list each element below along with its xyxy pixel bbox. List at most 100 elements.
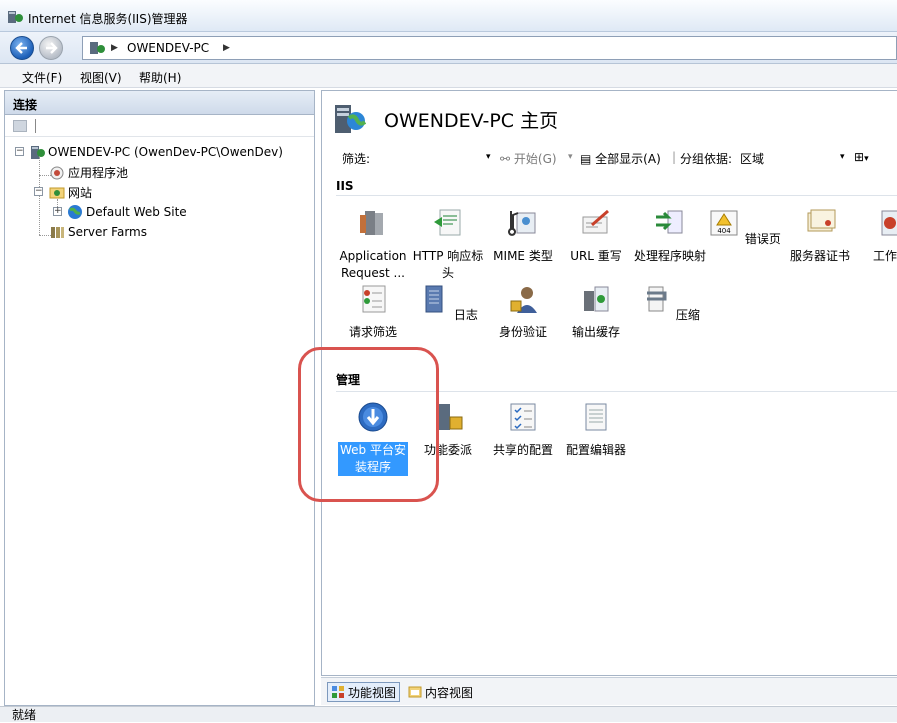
page-title: OWENDEV-PC 主页	[384, 109, 559, 132]
status-bar: 就绪	[0, 706, 897, 722]
feature-label: 错误页	[744, 232, 781, 246]
feature-logging[interactable]: 日志	[411, 283, 485, 324]
view-tabs: 功能视图 内容视图	[321, 677, 897, 705]
output-caching-icon	[584, 286, 609, 312]
feature-label: 共享的配置	[492, 443, 553, 457]
forward-arrow-icon	[46, 42, 58, 54]
worker-processes-icon	[881, 210, 897, 236]
connections-header: 连接	[5, 91, 314, 115]
view-grid-icon: ⊞	[854, 150, 865, 164]
feature-authentication[interactable]: 身份验证	[486, 283, 560, 341]
connections-pane: 连接 − OWENDEV-PC (OwenDev-PC\OwenDev) 应用程…	[4, 90, 315, 706]
breadcrumb-separator-icon[interactable]: ▶	[111, 43, 118, 53]
title-bar: Internet 信息服务(IIS)管理器	[0, 0, 897, 32]
tree-item-server-farms[interactable]: Server Farms	[49, 223, 147, 241]
logging-icon	[425, 285, 443, 313]
tab-content-view[interactable]: 内容视图	[405, 682, 476, 702]
menu-bar: 文件(F) 视图(V) 帮助(H)	[0, 64, 897, 88]
address-bar: ▶ OWENDEV-PC ▶	[0, 32, 897, 64]
tree-item-label: OWENDEV-PC (OwenDev-PC\OwenDev)	[48, 145, 283, 159]
server-icon	[90, 42, 105, 54]
go-dropdown-icon[interactable]: ▾	[568, 152, 573, 162]
filter-dropdown-icon[interactable]: ▾	[486, 152, 491, 162]
feature-http-response-headers[interactable]: HTTP 响应标头	[411, 207, 485, 282]
toolbar-divider: |	[672, 150, 677, 164]
connect-icon[interactable]	[13, 120, 27, 132]
globe-icon	[68, 205, 82, 219]
binoculars-icon: ⚯	[500, 152, 511, 166]
tree-item-server[interactable]: OWENDEV-PC (OwenDev-PC\OwenDev)	[29, 143, 283, 161]
page-header: OWENDEV-PC 主页	[332, 101, 558, 137]
window-title: Internet 信息服务(IIS)管理器	[28, 12, 188, 26]
feature-application-request-routing[interactable]: Application Request ...	[336, 207, 410, 282]
filter-input[interactable]	[376, 147, 484, 167]
tree-item-label: Server Farms	[68, 225, 147, 239]
http-response-headers-icon	[434, 209, 461, 236]
collapse-icon[interactable]: −	[34, 187, 43, 196]
feature-compression[interactable]: 压缩	[633, 283, 707, 324]
feature-label: 身份验证	[498, 325, 547, 339]
toolbar-divider	[35, 119, 36, 133]
feature-handler-mappings[interactable]: 处理程序映射	[633, 207, 707, 265]
feature-label: 压缩	[675, 308, 700, 322]
feature-mime-types[interactable]: MIME 类型	[486, 207, 560, 265]
feature-label: MIME 类型	[493, 249, 553, 263]
iis-manager-icon	[8, 11, 23, 23]
feature-shared-configuration[interactable]: 共享的配置	[486, 401, 560, 459]
expand-icon[interactable]: +	[53, 207, 62, 216]
group-by-label: 分组依据:	[680, 152, 733, 166]
group-header-iis[interactable]: IIS	[336, 179, 354, 193]
menu-view[interactable]: 视图(V)	[80, 69, 122, 86]
tree-connector	[39, 157, 40, 235]
feature-url-rewrite[interactable]: URL 重写	[559, 207, 633, 265]
feature-label: 日志	[453, 308, 478, 322]
feature-label: 请求筛选	[348, 325, 397, 339]
address-box[interactable]: ▶ OWENDEV-PC ▶	[82, 36, 897, 60]
forward-button[interactable]	[39, 36, 63, 60]
breadcrumb-item[interactable]: OWENDEV-PC	[127, 41, 209, 55]
group-by-select[interactable]: 区域	[740, 150, 764, 167]
show-all-icon: ▤	[580, 152, 592, 166]
tab-features-view[interactable]: 功能视图	[327, 682, 401, 702]
back-button[interactable]	[10, 36, 34, 60]
tree-item-label: 应用程序池	[68, 165, 129, 180]
app-pool-icon	[50, 166, 64, 180]
tree-item-app-pools[interactable]: 应用程序池	[49, 163, 128, 181]
group-by-dropdown-icon[interactable]: ▾	[840, 152, 845, 162]
url-rewrite-icon	[582, 209, 609, 234]
go-button[interactable]: ⚯ 开始(G)	[500, 150, 557, 167]
menu-file[interactable]: 文件(F)	[22, 69, 62, 86]
connections-toolbar	[5, 115, 314, 137]
group-divider	[336, 195, 897, 196]
feature-label: 处理程序映射	[634, 249, 707, 263]
server-icon	[31, 146, 45, 159]
tree-item-default-web-site[interactable]: Default Web Site	[67, 203, 187, 221]
application-request-routing-icon	[360, 211, 383, 235]
tree-item-label: 网站	[68, 185, 93, 200]
tree-item-sites[interactable]: 网站	[49, 183, 92, 201]
feature-request-filtering[interactable]: 请求筛选	[336, 283, 410, 341]
configuration-editor-icon	[585, 403, 607, 431]
back-arrow-icon	[15, 42, 27, 54]
server-farm-icon	[51, 227, 64, 238]
feature-worker-processes[interactable]: 工作	[860, 207, 897, 265]
feature-output-caching[interactable]: 输出缓存	[559, 283, 633, 341]
request-filtering-icon	[362, 285, 386, 313]
feature-label: URL 重写	[570, 249, 622, 263]
svg-text:404: 404	[717, 227, 731, 235]
authentication-icon	[510, 287, 537, 313]
error-pages-icon: 404	[710, 210, 738, 236]
feature-label: 工作	[873, 249, 897, 263]
view-mode-button[interactable]: ⊞▾	[854, 150, 869, 164]
feature-label: Application Request ...	[339, 249, 407, 280]
feature-label: 输出缓存	[571, 325, 620, 339]
feature-configuration-editor[interactable]: 配置编辑器	[559, 401, 633, 459]
feature-server-certificates[interactable]: 服务器证书	[783, 207, 857, 265]
collapse-icon[interactable]: −	[15, 147, 24, 156]
feature-error-pages[interactable]: 404 错误页	[708, 207, 782, 248]
breadcrumb-separator-icon[interactable]: ▶	[223, 43, 230, 53]
menu-help[interactable]: 帮助(H)	[139, 69, 181, 86]
sites-folder-icon	[49, 187, 65, 199]
feature-label: 配置编辑器	[565, 443, 626, 457]
show-all-button[interactable]: ▤ 全部显示(A)	[580, 150, 661, 167]
